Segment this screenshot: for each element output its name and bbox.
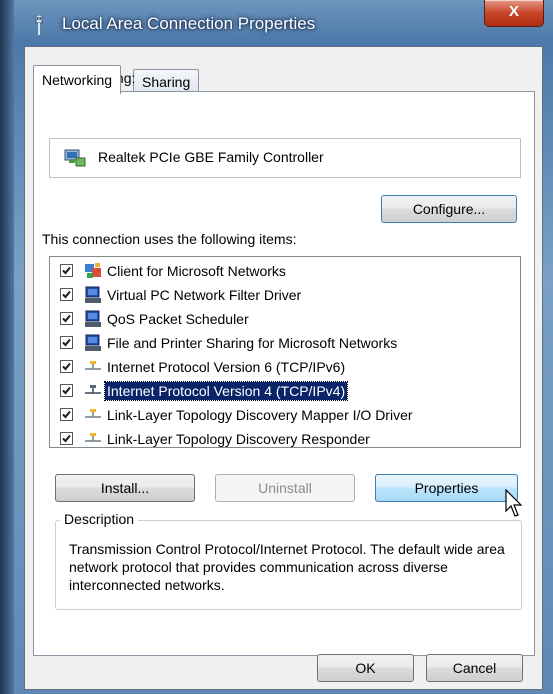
list-item-selected[interactable]: Internet Protocol Version 4 (TCP/IPv4) — [50, 379, 518, 403]
checkbox[interactable] — [60, 336, 73, 349]
item-label: QoS Packet Scheduler — [107, 311, 249, 327]
checkbox[interactable] — [60, 312, 73, 325]
title-bar[interactable]: Local Area Connection Properties X — [14, 0, 553, 44]
list-item[interactable]: Internet Protocol Version 6 (TCP/IPv6) — [50, 355, 518, 379]
description-title: Description — [60, 511, 139, 527]
close-button[interactable]: X — [484, 0, 544, 27]
list-item[interactable]: Link-Layer Topology Discovery Mapper I/O… — [50, 403, 518, 427]
network-cable-icon — [35, 15, 43, 35]
item-label: Internet Protocol Version 6 (TCP/IPv6) — [107, 359, 346, 375]
network-adapter-icon — [64, 149, 86, 167]
tab-networking[interactable]: Networking — [33, 65, 122, 94]
adapter-field: Realtek PCIe GBE Family Controller — [49, 138, 521, 178]
checkbox[interactable] — [60, 432, 73, 445]
protocol-icon — [85, 433, 101, 442]
item-label: Link-Layer Topology Discovery Mapper I/O… — [107, 407, 413, 423]
uninstall-button[interactable]: Uninstall — [215, 474, 355, 502]
configure-button[interactable]: Configure... — [381, 195, 517, 223]
cancel-button[interactable]: Cancel — [426, 654, 523, 682]
list-item[interactable]: Link-Layer Topology Discovery Responder — [50, 427, 518, 447]
checkbox[interactable] — [60, 384, 73, 397]
service-icon — [85, 286, 101, 303]
frame-edge — [0, 0, 14, 694]
protocol-icon — [85, 409, 101, 418]
protocol-icon — [85, 361, 101, 370]
item-label: Internet Protocol Version 4 (TCP/IPv4) — [103, 381, 349, 401]
service-icon — [85, 334, 101, 351]
checkbox[interactable] — [60, 288, 73, 301]
item-label: File and Printer Sharing for Microsoft N… — [107, 335, 398, 351]
service-icon — [85, 310, 101, 327]
install-button[interactable]: Install... — [55, 474, 195, 502]
adapter-name: Realtek PCIe GBE Family Controller — [98, 149, 324, 165]
list-item[interactable]: Client for Microsoft Networks — [50, 259, 518, 283]
checkbox[interactable] — [60, 360, 73, 373]
checkbox[interactable] — [60, 408, 73, 421]
items-list[interactable]: Client for Microsoft Networks Virtual PC… — [49, 256, 521, 448]
item-label: Link-Layer Topology Discovery Responder — [107, 431, 370, 447]
item-label: Virtual PC Network Filter Driver — [107, 287, 302, 303]
client-icon — [85, 263, 101, 278]
properties-button[interactable]: Properties — [375, 474, 518, 502]
list-item[interactable]: Virtual PC Network Filter Driver — [50, 283, 518, 307]
list-item[interactable]: QoS Packet Scheduler — [50, 307, 518, 331]
list-item[interactable]: File and Printer Sharing for Microsoft N… — [50, 331, 518, 355]
items-label: This connection uses the following items… — [42, 231, 297, 247]
item-label: Client for Microsoft Networks — [107, 263, 286, 279]
checkbox[interactable] — [60, 264, 73, 277]
protocol-icon — [85, 385, 101, 394]
ok-button[interactable]: OK — [317, 654, 414, 682]
description-text: Transmission Control Protocol/Internet P… — [69, 541, 505, 593]
mouse-cursor-icon — [505, 489, 523, 517]
window-title: Local Area Connection Properties — [62, 14, 316, 33]
